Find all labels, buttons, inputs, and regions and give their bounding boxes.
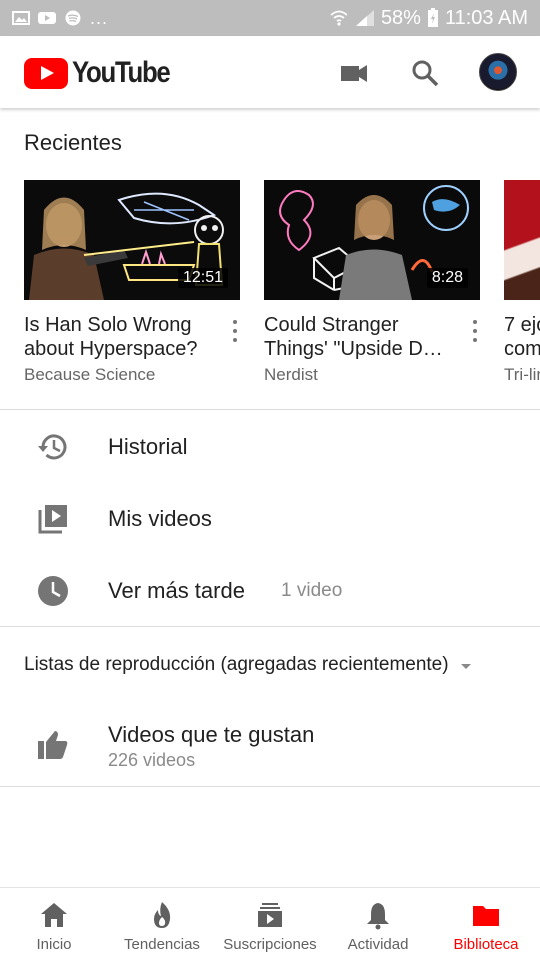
dropdown-caret-icon <box>460 663 471 669</box>
video-title[interactable]: 7 ejo com <box>504 313 540 361</box>
menu-label-history: Historial <box>108 434 188 459</box>
folder-icon <box>473 906 499 926</box>
playlists-header-label: Listas de reproducción (agregadas recien… <box>24 654 449 675</box>
nav-home[interactable]: Inicio <box>0 888 108 960</box>
bell-icon <box>367 903 389 930</box>
bottom-navigation: Inicio Tendencias Suscripciones Activida… <box>0 887 540 960</box>
more-options-icon[interactable] <box>470 320 480 342</box>
nav-subscriptions[interactable]: Suscripciones <box>216 888 324 960</box>
gallery-icon <box>12 11 30 25</box>
divider <box>0 786 540 787</box>
nav-label-activity: Actividad <box>347 936 409 953</box>
nav-label-trending: Tendencias <box>124 936 200 953</box>
divider <box>0 626 540 627</box>
nav-label-library: Biblioteca <box>453 936 519 953</box>
video-thumbnail[interactable]: 12:51 <box>24 180 240 300</box>
my-videos-icon <box>38 505 67 534</box>
account-avatar[interactable] <box>479 53 517 91</box>
subscriptions-icon <box>258 903 282 927</box>
signal-icon <box>355 10 374 26</box>
nav-label-subscriptions: Suscripciones <box>223 936 317 953</box>
video-title[interactable]: Is Han Solo Wrong about Hyperspace? <box>24 313 220 361</box>
menu-item-watch-later[interactable]: Ver más tarde 1 video <box>0 555 540 627</box>
video-channel[interactable]: Because Science <box>24 365 240 385</box>
menu-item-history[interactable]: Historial <box>0 411 540 483</box>
logo-text: YouTube <box>72 56 171 89</box>
playlists-sort-dropdown[interactable]: Listas de reproducción (agregadas recien… <box>24 654 471 676</box>
liked-videos-count: 226 videos <box>108 750 196 770</box>
overflow-indicator: ... <box>90 7 109 28</box>
history-icon <box>38 434 67 460</box>
spotify-icon <box>65 10 81 26</box>
youtube-logo-icon <box>24 57 68 89</box>
recents-title: Recientes <box>24 130 122 155</box>
video-duration: 12:51 <box>177 268 228 288</box>
more-options-icon[interactable] <box>230 320 240 342</box>
nav-label-home: Inicio <box>36 936 72 953</box>
menu-item-my-videos[interactable]: Mis videos <box>0 483 540 555</box>
menu-label-watch-later: Ver más tarde <box>108 578 245 603</box>
video-thumbnail[interactable] <box>504 180 540 300</box>
video-title[interactable]: Could Stranger Things' "Upside D… <box>264 313 460 361</box>
video-channel[interactable]: Tri-lin <box>504 365 540 385</box>
search-icon[interactable] <box>410 58 440 88</box>
video-channel[interactable]: Nerdist <box>264 365 480 385</box>
divider <box>0 409 540 410</box>
status-bar: ... 58% 11:03 AM <box>0 0 540 36</box>
recent-videos-row[interactable]: 12:51 Is Han Solo Wrong about Hyperspace… <box>0 180 540 390</box>
liked-videos-title[interactable]: Videos que te gustan <box>108 722 314 748</box>
clock: 11:03 AM <box>444 6 528 29</box>
video-card[interactable]: 8:28 Could Stranger Things' "Upside D… N… <box>264 180 480 385</box>
video-card[interactable]: 7 ejo com Tri-lin <box>504 180 540 385</box>
camera-icon[interactable] <box>339 58 369 88</box>
battery-charging-icon <box>427 8 438 27</box>
home-icon <box>41 903 67 927</box>
flame-icon <box>154 902 171 928</box>
video-duration: 8:28 <box>426 268 468 288</box>
youtube-logo[interactable]: YouTube <box>24 56 185 90</box>
watch-later-count: 1 video <box>281 580 343 601</box>
battery-percent: 58% <box>380 6 421 29</box>
top-app-bar: YouTube <box>0 36 540 108</box>
youtube-notification-icon <box>38 12 56 24</box>
video-card[interactable]: 12:51 Is Han Solo Wrong about Hyperspace… <box>24 180 240 385</box>
nav-library[interactable]: Biblioteca <box>432 888 540 960</box>
nav-activity[interactable]: Actividad <box>324 888 432 960</box>
clock-icon <box>38 576 68 606</box>
menu-label-my-videos: Mis videos <box>108 506 212 531</box>
wifi-icon <box>330 10 348 26</box>
thumbs-up-icon <box>38 731 68 759</box>
video-thumbnail[interactable]: 8:28 <box>264 180 480 300</box>
nav-trending[interactable]: Tendencias <box>108 888 216 960</box>
